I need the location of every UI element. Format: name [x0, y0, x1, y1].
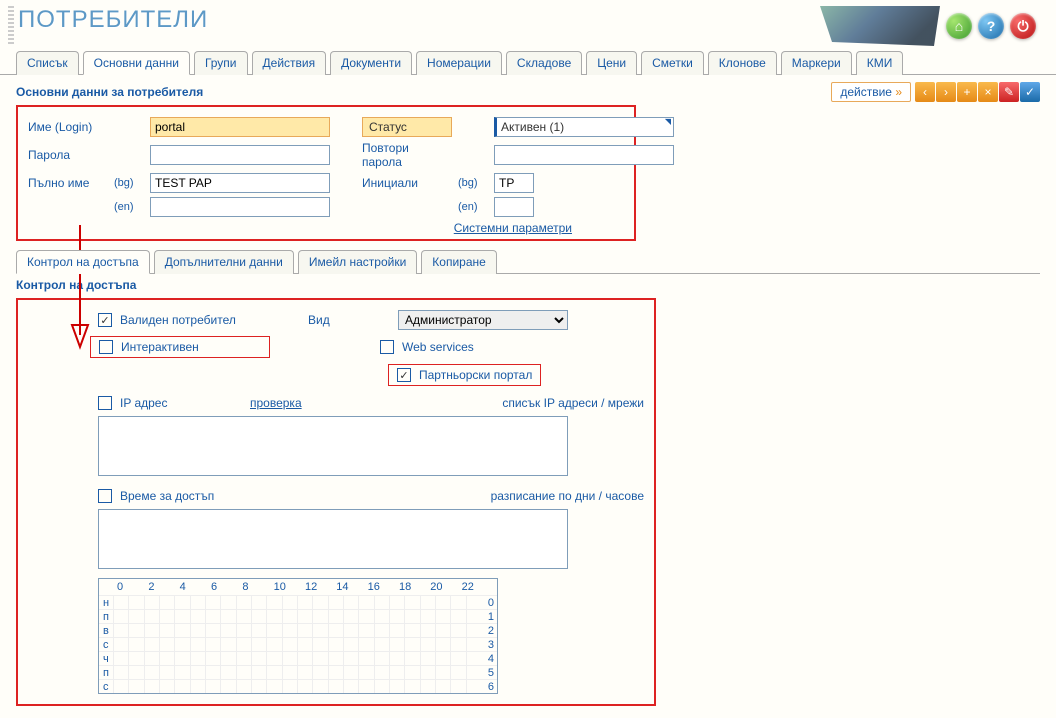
- login-input[interactable]: [150, 117, 330, 137]
- subtab-additional-data[interactable]: Допълнителни данни: [154, 250, 294, 274]
- tab-accounts[interactable]: Сметки: [641, 51, 704, 75]
- ip-list-link[interactable]: списък IP адреси / мрежи: [502, 396, 644, 410]
- schedule-link[interactable]: разписание по дни / часове: [491, 489, 644, 503]
- time-checkbox[interactable]: [98, 489, 112, 503]
- close-button[interactable]: ×: [978, 82, 998, 102]
- ip-checkbox[interactable]: [98, 396, 112, 410]
- action-dropdown[interactable]: действие »: [831, 82, 911, 102]
- tab-groups[interactable]: Групи: [194, 51, 248, 75]
- main-tabs: Списък Основни данни Групи Действия Доку…: [0, 50, 1056, 75]
- power-button[interactable]: ⏻: [1010, 13, 1036, 39]
- day-5: п: [99, 667, 113, 679]
- web-services-checkbox[interactable]: [380, 340, 394, 354]
- confirm-button[interactable]: ✓: [1020, 82, 1040, 102]
- tab-markers[interactable]: Маркери: [781, 51, 852, 75]
- status-value: Активен (1): [501, 120, 564, 134]
- interactive-label: Интерактивен: [121, 340, 199, 354]
- tab-actions[interactable]: Действия: [252, 51, 327, 75]
- section-title-access: Контрол на достъпа: [16, 274, 1040, 296]
- login-label: Име (Login): [28, 120, 108, 134]
- initials-bg-input[interactable]: [494, 173, 534, 193]
- header-decorative-image: [820, 6, 940, 46]
- nav-next-button[interactable]: ›: [936, 82, 956, 102]
- tab-documents[interactable]: Документи: [330, 51, 412, 75]
- day-4: ч: [99, 653, 113, 665]
- interactive-highlight: Интерактивен: [90, 336, 270, 358]
- edit-button[interactable]: ✎: [999, 82, 1019, 102]
- home-button[interactable]: ⌂: [946, 13, 972, 39]
- day-2: в: [99, 625, 113, 637]
- main-data-panel: Име (Login) Статус Активен (1) ◥ Парола …: [16, 105, 636, 241]
- dropdown-corner-icon: ◥: [665, 117, 671, 126]
- subtab-email-settings[interactable]: Имейл настройки: [298, 250, 417, 274]
- partner-portal-highlight: Партньорски портал: [388, 364, 541, 386]
- fullname-bg-input[interactable]: [150, 173, 330, 193]
- kind-label: Вид: [308, 313, 388, 327]
- add-button[interactable]: +: [957, 82, 977, 102]
- ip-textarea[interactable]: [98, 416, 568, 476]
- subtab-copy[interactable]: Копиране: [421, 250, 497, 274]
- valid-user-label: Валиден потребител: [120, 313, 236, 327]
- ip-label: IP адрес: [120, 396, 250, 410]
- time-textarea[interactable]: [98, 509, 568, 569]
- repeat-password-input[interactable]: [494, 145, 674, 165]
- day-6: с: [99, 681, 113, 693]
- fullname-en-input[interactable]: [150, 197, 330, 217]
- subtab-access-control[interactable]: Контрол на достъпа: [16, 250, 150, 274]
- page-title: ПОТРЕБИТЕЛИ: [18, 6, 208, 34]
- tab-numerations[interactable]: Номерации: [416, 51, 502, 75]
- partner-portal-label: Партньорски портал: [419, 368, 532, 382]
- lang-bg-1: (bg): [114, 177, 144, 189]
- dotted-edge-decoration: [8, 6, 14, 46]
- interactive-checkbox[interactable]: [99, 340, 113, 354]
- action-arrow-icon: »: [895, 85, 902, 99]
- check-link[interactable]: проверка: [250, 396, 350, 410]
- initials-label: Инициали: [362, 176, 452, 190]
- day-1: п: [99, 611, 113, 623]
- initials-en-input[interactable]: [494, 197, 534, 217]
- day-3: с: [99, 639, 113, 651]
- sub-tabs: Контрол на достъпа Допълнителни данни Им…: [16, 249, 1040, 274]
- tab-prices[interactable]: Цени: [586, 51, 637, 75]
- action-label: действие: [840, 85, 892, 99]
- valid-user-checkbox[interactable]: [98, 313, 112, 327]
- lang-bg-2: (bg): [458, 177, 488, 189]
- web-services-label: Web services: [402, 340, 474, 354]
- kind-select[interactable]: Администратор: [398, 310, 568, 330]
- schedule-grid[interactable]: 024 6810 121416 182022 н0 п1 в2 с3 ч4 п5…: [98, 578, 498, 694]
- fullname-label: Пълно име: [28, 176, 108, 190]
- help-button[interactable]: ?: [978, 13, 1004, 39]
- tab-kmi[interactable]: КМИ: [856, 51, 904, 75]
- day-0: н: [99, 597, 113, 609]
- lang-en-2: (en): [458, 201, 488, 213]
- nav-prev-button[interactable]: ‹: [915, 82, 935, 102]
- tab-main-data[interactable]: Основни данни: [83, 51, 190, 75]
- password-label: Парола: [28, 148, 108, 162]
- arrow-down-annotation: [68, 225, 98, 355]
- tab-list[interactable]: Списък: [16, 51, 79, 75]
- system-params-link[interactable]: Системни параметри: [454, 221, 572, 235]
- section-title-main-data: Основни данни за потребителя: [16, 81, 203, 103]
- access-control-panel: Валиден потребител Вид Администратор Инт…: [16, 298, 656, 706]
- time-label: Време за достъп: [120, 489, 350, 503]
- toolbar: ‹ › + × ✎ ✓: [915, 82, 1040, 102]
- tab-branches[interactable]: Клонове: [708, 51, 777, 75]
- partner-portal-checkbox[interactable]: [397, 368, 411, 382]
- schedule-hours-header: 024 6810 121416 182022: [99, 579, 497, 595]
- status-label: Статус: [362, 117, 452, 137]
- tab-warehouses[interactable]: Складове: [506, 51, 582, 75]
- password-input[interactable]: [150, 145, 330, 165]
- lang-en-1: (en): [114, 201, 144, 213]
- repeat-password-label: Повтори парола: [362, 141, 452, 169]
- status-dropdown[interactable]: Активен (1) ◥: [494, 117, 674, 137]
